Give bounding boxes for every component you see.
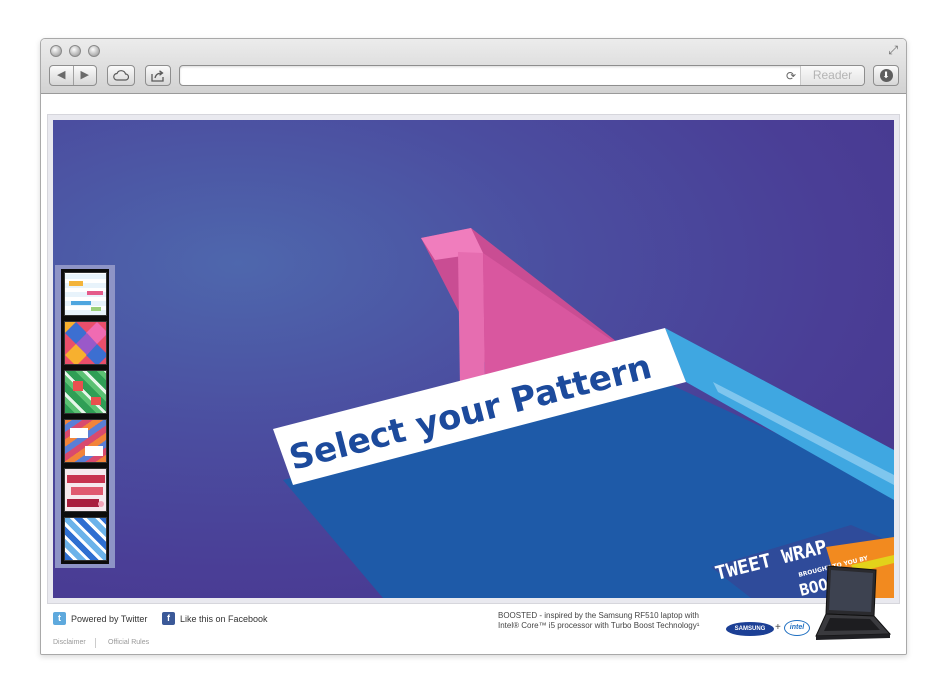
pattern-thumb-2[interactable]	[64, 321, 107, 365]
reader-button[interactable]: Reader	[800, 66, 864, 85]
twitter-icon: t	[53, 612, 66, 625]
browser-window: ⤢ ◀ ▶ ⟳ Reader ⬇ Select your Pattern TWE…	[40, 38, 907, 655]
share-button[interactable]	[145, 65, 171, 86]
app-frame: Select your Pattern TWEET WRAP BROUGHT T…	[47, 114, 900, 604]
download-arrow-icon: ⬇	[879, 69, 893, 82]
share-icon	[151, 69, 164, 82]
pattern-thumb-1[interactable]	[64, 272, 107, 316]
close-window-button[interactable]	[50, 45, 62, 57]
forward-button[interactable]: ▶	[74, 66, 97, 85]
pattern-thumb-4[interactable]	[64, 419, 107, 463]
boosted-description: BOOSTED - inspired by the Samsung RF510 …	[498, 611, 718, 631]
pattern-thumb-5[interactable]	[64, 468, 107, 512]
reload-icon[interactable]: ⟳	[786, 69, 796, 83]
zoom-window-button[interactable]	[88, 45, 100, 57]
intel-logo: intel	[784, 620, 810, 636]
pattern-thumb-3[interactable]	[64, 370, 107, 414]
minimize-window-button[interactable]	[69, 45, 81, 57]
cloud-icon	[113, 70, 129, 81]
facebook-link-label: Like this on Facebook	[180, 613, 268, 624]
twitter-link-label: Powered by Twitter	[71, 613, 148, 624]
footer-divider	[95, 638, 96, 648]
fullscreen-icon[interactable]: ⤢	[888, 44, 898, 56]
back-button[interactable]: ◀	[50, 66, 74, 85]
pattern-selection-stage: Select your Pattern TWEET WRAP BROUGHT T…	[53, 120, 894, 598]
page-content: Select your Pattern TWEET WRAP BROUGHT T…	[41, 94, 906, 654]
official-rules-link[interactable]: Official Rules	[108, 639, 149, 646]
pattern-picker	[55, 265, 115, 568]
browser-toolbar: ⤢ ◀ ▶ ⟳ Reader ⬇	[41, 39, 906, 94]
laptop-image	[815, 565, 892, 640]
downloads-button[interactable]: ⬇	[873, 65, 899, 86]
facebook-link[interactable]: f Like this on Facebook	[162, 612, 268, 625]
icloud-tabs-button[interactable]	[107, 65, 135, 86]
disclaimer-link[interactable]: Disclaimer	[53, 639, 86, 646]
twitter-link[interactable]: t Powered by Twitter	[53, 612, 147, 625]
back-forward-group: ◀ ▶	[49, 65, 97, 86]
samsung-logo: SAMSUNG	[726, 622, 774, 636]
plus-sign: +	[775, 622, 781, 633]
address-bar[interactable]: ⟳ Reader	[179, 65, 865, 86]
pattern-thumb-6[interactable]	[64, 517, 107, 561]
facebook-icon: f	[162, 612, 175, 625]
numeral-front-shape	[458, 252, 485, 388]
boosted-line-1: BOOSTED - inspired by the Samsung RF510 …	[498, 611, 699, 620]
page-footer: t Powered by Twitter f Like this on Face…	[41, 565, 906, 654]
boosted-line-2: Intel® Core™ i5 processor with Turbo Boo…	[498, 621, 700, 630]
